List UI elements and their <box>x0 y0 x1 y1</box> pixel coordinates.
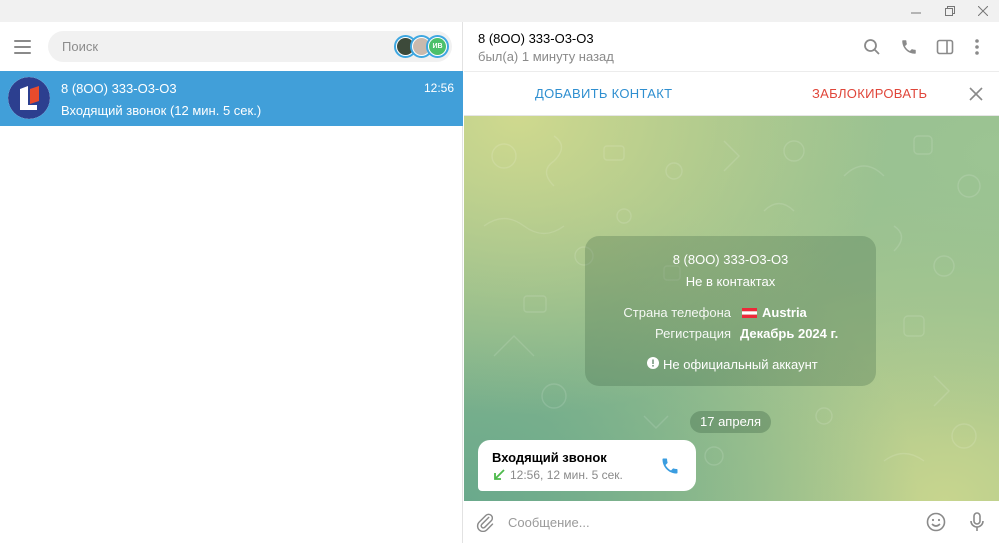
contact-action-bar: ДОБАВИТЬ КОНТАКТ ЗАБЛОКИРОВАТЬ <box>464 72 999 116</box>
chat-time: 12:56 <box>423 81 454 95</box>
chat-background: 8 (8OO) 333-O3-O3 Не в контактах Страна … <box>464 116 999 501</box>
call-message-details: 12:56, 12 мин. 5 сек. <box>510 468 623 482</box>
contact-info-card: 8 (8OO) 333-O3-O3 Не в контактах Страна … <box>585 236 876 386</box>
smile-icon <box>926 512 946 532</box>
info-card-name: 8 (8OO) 333-O3-O3 <box>672 252 789 267</box>
call-message-bubble[interactable]: Входящий звонок 12:56, 12 мин. 5 сек. <box>478 440 696 491</box>
close-icon <box>978 6 988 16</box>
header-status: был(а) 1 минуту назад <box>478 49 614 64</box>
austria-flag-icon <box>742 308 757 318</box>
phone-icon <box>902 40 916 54</box>
voice-message-button[interactable] <box>967 512 987 532</box>
close-window-button[interactable] <box>967 0 999 22</box>
warning-text: Не официальный аккаунт <box>663 357 818 372</box>
bank-logo-icon <box>8 77 50 119</box>
date-separator: 17 апреля <box>690 411 771 433</box>
more-vertical-icon <box>975 39 979 55</box>
call-message-title: Входящий звонок <box>492 450 607 465</box>
chat-preview: Входящий звонок (12 мин. 5 сек.) <box>61 103 262 118</box>
message-input[interactable] <box>508 509 908 535</box>
paperclip-icon <box>476 513 494 532</box>
chat-header[interactable]: 8 (8OO) 333-O3-O3 был(а) 1 минуту назад <box>464 22 999 72</box>
search-box: ИВ <box>48 31 452 62</box>
sidebar-icon <box>936 39 954 55</box>
minimize-icon <box>911 12 921 14</box>
conversation-panel: 8 (8OO) 333-O3-O3 был(а) 1 минуту назад … <box>464 22 999 543</box>
header-title[interactable]: 8 (8OO) 333-O3-O3 <box>478 31 594 46</box>
call-back-icon[interactable] <box>660 456 680 476</box>
country-value: Austria <box>762 305 807 320</box>
info-card-subtitle: Не в контактах <box>685 274 776 289</box>
chat-name: 8 (8OO) 333-O3-O3 <box>61 81 177 96</box>
incoming-arrow-icon <box>494 469 505 480</box>
restore-icon <box>945 6 955 16</box>
sidebar-toggle-button[interactable] <box>935 37 955 57</box>
close-icon <box>969 87 983 101</box>
story-avatar-3[interactable]: ИВ <box>426 35 449 58</box>
country-label: Страна телефона <box>623 305 731 320</box>
window-titlebar <box>0 0 999 22</box>
message-composer <box>464 501 999 543</box>
minimize-button[interactable] <box>900 0 932 22</box>
warning-icon <box>647 357 659 369</box>
restore-button[interactable] <box>934 0 966 22</box>
registration-label: Регистрация <box>655 326 731 341</box>
add-contact-button[interactable]: ДОБАВИТЬ КОНТАКТ <box>535 86 672 101</box>
main-menu-button[interactable] <box>12 38 34 56</box>
more-button[interactable] <box>967 37 987 57</box>
block-button[interactable]: ЗАБЛОКИРОВАТЬ <box>812 86 927 101</box>
search-button[interactable] <box>862 37 882 57</box>
chat-avatar <box>8 77 50 119</box>
search-input[interactable] <box>62 31 382 62</box>
search-icon <box>864 39 880 55</box>
microphone-icon <box>970 512 984 531</box>
emoji-button[interactable] <box>926 512 946 532</box>
dismiss-action-bar-button[interactable] <box>966 84 986 104</box>
chat-list-panel: ИВ 8 (8OO) 333-O3-O3 12:56 Входящий звон… <box>0 22 463 543</box>
attach-button[interactable] <box>475 512 495 532</box>
chat-list-item[interactable]: 8 (8OO) 333-O3-O3 12:56 Входящий звонок … <box>0 71 463 126</box>
call-button[interactable] <box>899 37 919 57</box>
registration-value: Декабрь 2024 г. <box>740 326 839 341</box>
